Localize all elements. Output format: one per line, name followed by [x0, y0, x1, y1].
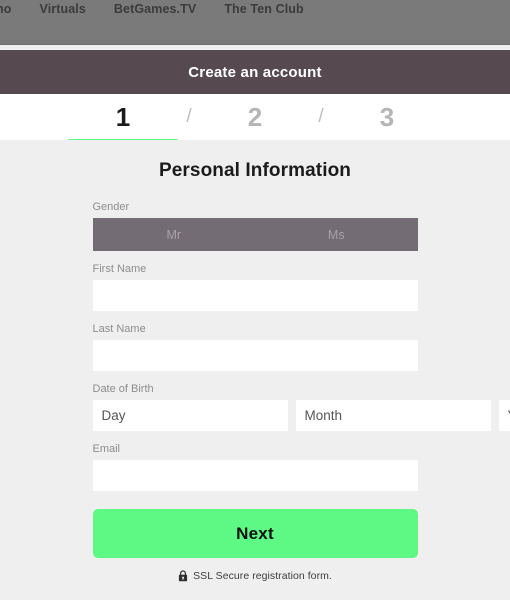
ssl-notice: SSL Secure registration form. [93, 570, 418, 582]
nav-item-casino[interactable]: no [0, 1, 25, 17]
last-name-label: Last Name [92, 323, 146, 335]
ssl-notice-text: SSL Secure registration form. [193, 570, 332, 582]
date-of-birth-field: Date of Birth [92, 382, 510, 431]
step-2[interactable]: 2 [200, 102, 310, 132]
step-3[interactable]: 3 [332, 102, 442, 132]
lock-icon [178, 570, 188, 582]
email-label: Email [92, 443, 121, 455]
nav-item-betgames-tv[interactable]: BetGames.TV [100, 1, 210, 17]
nav-item-virtuals[interactable]: Virtuals [25, 1, 99, 17]
next-button[interactable]: Next [92, 509, 418, 558]
last-name-input[interactable] [92, 340, 418, 371]
dob-day-input[interactable] [92, 400, 288, 431]
dob-year-input[interactable] [498, 400, 510, 431]
gender-toggle[interactable]: Mr Ms [92, 218, 418, 251]
top-navigation-bar: no Virtuals BetGames.TV The Ten Club [0, 0, 510, 45]
gender-option-ms[interactable]: Ms [255, 218, 418, 251]
step-3-label: 3 [379, 102, 395, 132]
registration-page: no Virtuals BetGames.TV The Ten Club Cre… [0, 0, 510, 600]
step-separator-2: / [318, 106, 324, 127]
first-name-field: First Name [92, 262, 418, 311]
top-navigation-band [0, 19, 510, 44]
gender-option-mr[interactable]: Mr [93, 218, 256, 251]
last-name-field: Last Name [92, 322, 418, 371]
personal-information-form: Personal Information Gender Mr Ms First … [92, 140, 510, 582]
date-of-birth-inputs [92, 400, 510, 431]
dob-month-input[interactable] [295, 400, 491, 431]
step-1-label: 1 [115, 102, 131, 132]
step-1[interactable]: 1 [68, 102, 178, 144]
top-navigation-items: no Virtuals BetGames.TV The Ten Club [0, 0, 510, 18]
first-name-input[interactable] [92, 280, 418, 311]
email-field: Email [92, 442, 418, 491]
create-account-header: Create an account [0, 50, 510, 94]
registration-stepper: 1 / 2 / 3 [0, 94, 510, 144]
gender-field: Gender Mr Ms [92, 200, 418, 251]
form-heading: Personal Information [158, 160, 352, 181]
first-name-label: First Name [92, 263, 147, 275]
email-input[interactable] [92, 460, 418, 491]
date-of-birth-label: Date of Birth [92, 383, 154, 395]
gender-label: Gender [92, 201, 130, 213]
step-separator-1: / [186, 106, 192, 127]
step-2-label: 2 [247, 102, 263, 132]
nav-item-the-ten-club[interactable]: The Ten Club [210, 1, 317, 17]
registration-content: Personal Information Gender Mr Ms First … [0, 140, 510, 600]
page-title: Create an account [188, 63, 322, 81]
